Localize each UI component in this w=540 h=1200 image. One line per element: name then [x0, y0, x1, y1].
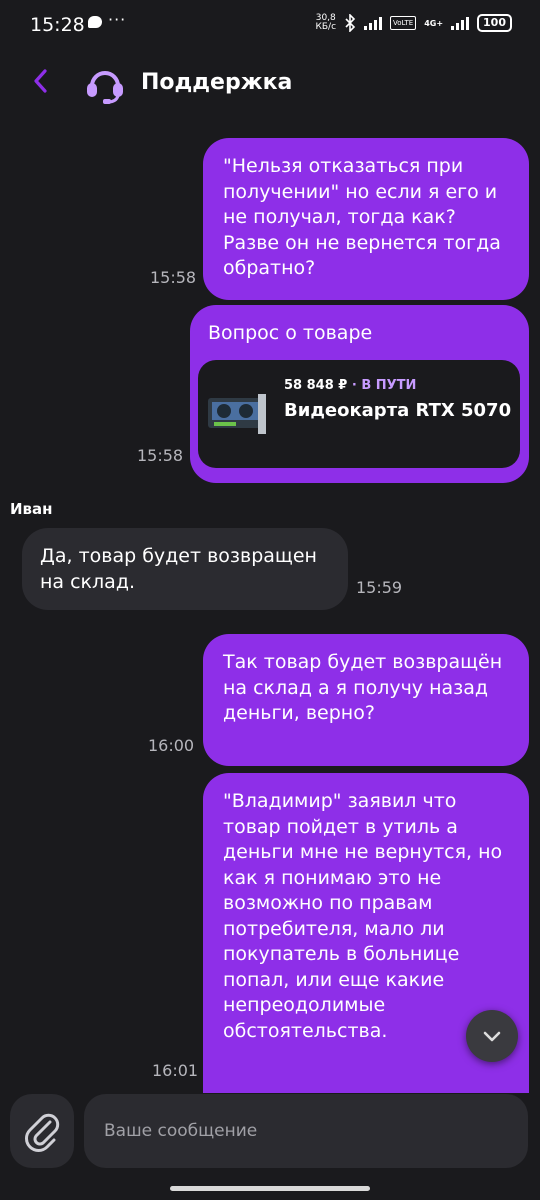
message-line: "Владимир" заявил что — [223, 790, 457, 812]
status-indicators: 30,8 КБ/с VoLTE 4G+ 100 — [315, 14, 512, 32]
product-question-message[interactable]: Вопрос о товаре 58 848 ₽ · В ПУТИ Видеок… — [190, 305, 529, 483]
chevron-down-icon — [483, 1031, 501, 1042]
network-speed-unit: КБ/с — [315, 22, 337, 32]
product-price: 58 848 ₽ — [284, 378, 348, 393]
home-indicator[interactable] — [170, 1186, 370, 1191]
paperclip-icon — [25, 1113, 60, 1152]
headset-icon — [87, 71, 123, 104]
message-line: не получал, тогда как? — [223, 206, 456, 228]
bluetooth-icon — [345, 14, 356, 32]
message-line: деньги мне не вернутся, но — [223, 841, 503, 863]
chat-notification-icon — [88, 16, 102, 28]
product-name: Видеокарта RTX 5070 1 — [284, 400, 516, 421]
message-time: 15:58 — [137, 446, 184, 465]
message-line: деньги, верно? — [223, 702, 375, 724]
incoming-message[interactable]: Да, товар будет возвращен на склад. — [22, 528, 348, 610]
network-speed: 30,8 КБ/с — [315, 14, 336, 32]
message-time: 16:00 — [148, 736, 195, 755]
message-line: на склад а я получу назад — [223, 676, 489, 699]
message-line: непреодолимые — [223, 994, 386, 1016]
message-line: обстоятельства. — [223, 1019, 388, 1042]
message-line: как я понимаю это не — [223, 866, 442, 889]
message-line: получении" но если я его и — [223, 180, 498, 203]
status-time: 15:28 — [30, 14, 85, 36]
attach-button[interactable] — [10, 1094, 74, 1168]
message-text: Так товар будет возвращён на склад а я п… — [223, 650, 502, 727]
message-line: попал, или еще какие — [223, 968, 445, 991]
chat-header: Поддержка — [0, 58, 540, 108]
sender-name: Иван — [10, 500, 53, 518]
message-line: "Нельзя отказаться при — [223, 155, 464, 177]
outgoing-message[interactable]: "Нельзя отказаться при получении" но есл… — [203, 138, 529, 300]
battery-icon: 100 — [477, 14, 512, 32]
message-line: покупатель в больнице — [223, 943, 460, 965]
signal-icon-1 — [364, 16, 383, 30]
status-bar: 15:28 ··· 30,8 КБ/с VoLTE 4G+ 100 — [0, 0, 540, 50]
chevron-left-icon[interactable] — [26, 66, 56, 96]
product-price-status: 58 848 ₽ · В ПУТИ — [284, 378, 416, 393]
chat-title: Поддержка — [141, 70, 293, 95]
product-question-title: Вопрос о товаре — [208, 322, 373, 344]
volte-badge: VoLTE — [390, 16, 417, 30]
product-name-text: Видеокарта RTX 5070 — [284, 400, 512, 421]
price-separator: · — [351, 378, 357, 393]
message-time: 15:59 — [356, 578, 403, 597]
message-line: Да, товар будет возвращен — [40, 545, 317, 567]
more-notifications-icon: ··· — [108, 10, 127, 29]
message-line: товар пойдет в утиль а — [223, 815, 458, 838]
message-composer — [0, 1094, 540, 1170]
message-text: "Нельзя отказаться при получении" но есл… — [223, 154, 501, 282]
network-type: 4G+ — [424, 18, 444, 28]
scroll-down-button[interactable] — [466, 1010, 518, 1062]
product-card[interactable]: 58 848 ₽ · В ПУТИ Видеокарта RTX 5070 1 — [198, 360, 520, 468]
message-input[interactable] — [84, 1094, 528, 1168]
message-line: на склад. — [40, 570, 135, 593]
message-time: 15:58 — [150, 268, 197, 287]
signal-icon-2 — [451, 16, 470, 30]
message-time: 16:01 — [152, 1061, 199, 1080]
graphics-card-image — [208, 394, 266, 434]
message-text: "Владимир" заявил что товар пойдет в ути… — [223, 789, 502, 1044]
message-line: обратно? — [223, 257, 316, 279]
message-line: Разве он не вернется тогда — [223, 231, 501, 254]
message-line: возможно по правам — [223, 892, 433, 914]
message-text: Да, товар будет возвращен на склад. — [40, 544, 317, 595]
message-line: Так товар будет возвращён — [223, 651, 503, 673]
message-line: потребителя, мало ли — [223, 917, 445, 940]
outgoing-message[interactable]: Так товар будет возвращён на склад а я п… — [203, 634, 529, 766]
delivery-status: В ПУТИ — [361, 378, 417, 393]
